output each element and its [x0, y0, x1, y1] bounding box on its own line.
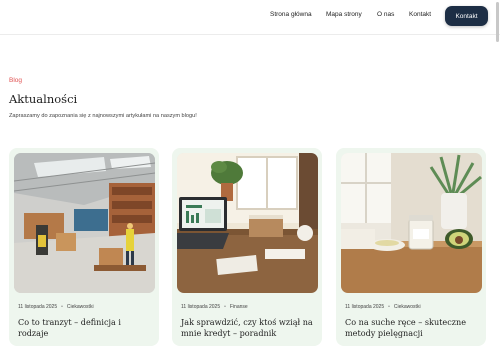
post-category[interactable]: Finanse: [230, 304, 248, 310]
post-image-skincare[interactable]: [341, 153, 482, 293]
nav-home-link[interactable]: Strona główna: [270, 11, 312, 18]
post-card[interactable]: 11 listopada 2025 • Finanse Jak sprawdzić,…: [172, 148, 322, 346]
nav-contact-link[interactable]: Kontakt: [409, 11, 431, 18]
post-image-desk[interactable]: [177, 153, 318, 293]
page-title: Aktualności: [9, 92, 78, 106]
post-category[interactable]: Ciekawostki: [67, 304, 94, 310]
post-card[interactable]: 11 listopada 2025 • Ciekawostki Co to tran…: [9, 148, 159, 346]
meta-separator: •: [388, 304, 390, 310]
post-category[interactable]: Ciekawostki: [394, 304, 421, 310]
post-date: 11 listopada 2025: [345, 304, 385, 310]
top-navigation: Strona główna Mapa strony O nas Kontakt …: [0, 0, 500, 35]
nav-about-link[interactable]: O nas: [377, 11, 394, 18]
post-date: 11 listopada 2025: [181, 304, 221, 310]
nav-sitemap-link[interactable]: Mapa strony: [326, 11, 362, 18]
contact-button[interactable]: Kontakt: [445, 6, 488, 26]
page-scrollbar[interactable]: [496, 2, 499, 42]
page-subtitle: Zapraszamy do zapoznania się z najnowszy…: [9, 113, 197, 119]
post-meta: 11 listopada 2025 • Ciekawostki: [345, 304, 421, 310]
post-image-warehouse[interactable]: [14, 153, 155, 293]
post-card[interactable]: 11 listopada 2025 • Ciekawostki Co na such…: [336, 148, 486, 346]
post-title[interactable]: Jak sprawdzić, czy ktoś wziął na mnie kr…: [181, 317, 313, 339]
meta-separator: •: [224, 304, 226, 310]
meta-separator: •: [61, 304, 63, 310]
post-meta: 11 listopada 2025 • Ciekawostki: [18, 304, 94, 310]
post-date: 11 listopada 2025: [18, 304, 58, 310]
post-title[interactable]: Co na suche ręce – skuteczne metody piel…: [345, 317, 477, 339]
post-meta: 11 listopada 2025 • Finanse: [181, 304, 248, 310]
section-eyebrow: Blog: [9, 77, 23, 84]
post-title[interactable]: Co to tranzyt – definicja i rodzaje: [18, 317, 150, 339]
